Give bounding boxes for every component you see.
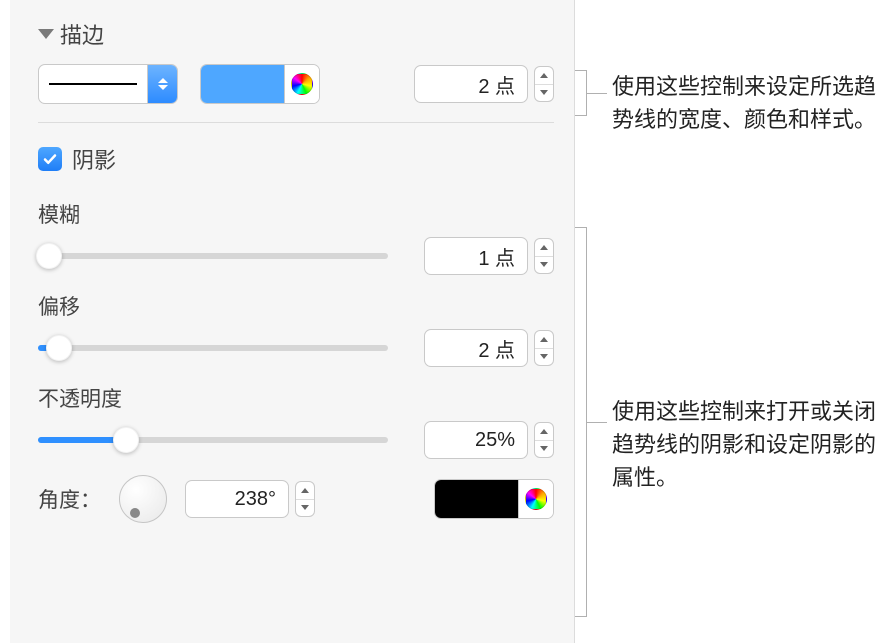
offset-slider[interactable] (38, 333, 388, 363)
opacity-section: 不透明度 (38, 383, 554, 459)
shadow-checkbox-row[interactable]: 阴影 (38, 143, 554, 175)
stepper-up-icon[interactable] (535, 423, 553, 441)
blur-label: 模糊 (38, 199, 554, 229)
opacity-label: 不透明度 (38, 383, 554, 413)
shadow-checkbox[interactable] (38, 147, 62, 171)
color-wheel-icon (291, 73, 313, 95)
disclosure-triangle-icon (38, 29, 54, 39)
shadow-label: 阴影 (72, 143, 116, 175)
stepper-down-icon[interactable] (296, 500, 314, 517)
slider-thumb-icon[interactable] (36, 243, 62, 269)
angle-label: 角度： (38, 484, 101, 514)
angle-input[interactable] (185, 480, 289, 518)
offset-input[interactable] (424, 329, 528, 367)
callout-bracket-2 (586, 227, 587, 617)
offset-value-group (424, 329, 554, 367)
inspector-panel: 描边 阴影 模糊 (10, 0, 575, 643)
stepper-up-icon[interactable] (535, 331, 553, 349)
stroke-color-well[interactable] (200, 64, 320, 104)
angle-wheel[interactable] (119, 475, 167, 523)
blur-value-group (424, 237, 554, 275)
stroke-controls-row (38, 64, 554, 104)
shadow-color-swatch[interactable] (435, 480, 519, 518)
stepper-down-icon[interactable] (535, 85, 553, 102)
angle-row: 角度： (38, 475, 554, 523)
stroke-section-title: 描边 (60, 18, 104, 50)
callout-bracket-1 (586, 70, 587, 116)
angle-indicator-icon (130, 508, 140, 518)
stepper-up-icon[interactable] (296, 482, 314, 500)
blur-input[interactable] (424, 237, 528, 275)
stepper-up-icon[interactable] (535, 67, 553, 85)
stroke-width-input[interactable] (414, 65, 528, 103)
callout-text-2: 使用这些控制来打开或关闭趋势线的阴影和设定阴影的属性。 (612, 395, 876, 494)
line-style-popup[interactable] (38, 64, 178, 104)
slider-thumb-icon[interactable] (46, 335, 72, 361)
shadow-color-picker-button[interactable] (519, 480, 553, 518)
blur-stepper[interactable] (534, 238, 554, 274)
line-style-preview (39, 65, 147, 103)
opacity-stepper[interactable] (534, 422, 554, 458)
opacity-slider[interactable] (38, 425, 388, 455)
shadow-color-well[interactable] (434, 479, 554, 519)
callouts-area: 使用这些控制来设定所选趋势线的宽度、颜色和样式。 使用这些控制来打开或关闭趋势线… (576, 0, 876, 643)
angle-stepper[interactable] (295, 481, 315, 517)
stepper-down-icon[interactable] (535, 441, 553, 458)
stepper-up-icon[interactable] (535, 239, 553, 257)
stepper-down-icon[interactable] (535, 349, 553, 366)
angle-value-group (185, 480, 315, 518)
line-style-dropdown-button[interactable] (147, 65, 177, 103)
offset-label: 偏移 (38, 291, 554, 321)
blur-section: 模糊 (38, 199, 554, 275)
slider-thumb-icon[interactable] (113, 427, 139, 453)
callout-text-1: 使用这些控制来设定所选趋势线的宽度、颜色和样式。 (612, 70, 876, 136)
stepper-down-icon[interactable] (535, 257, 553, 274)
stroke-width-group (414, 65, 554, 103)
line-icon (49, 83, 137, 85)
color-wheel-icon (525, 488, 547, 510)
offset-section: 偏移 (38, 291, 554, 367)
stroke-section-header[interactable]: 描边 (38, 18, 554, 50)
opacity-input[interactable] (424, 421, 528, 459)
stroke-width-stepper[interactable] (534, 66, 554, 102)
opacity-value-group (424, 421, 554, 459)
stroke-color-picker-button[interactable] (285, 65, 319, 103)
offset-stepper[interactable] (534, 330, 554, 366)
section-divider (38, 122, 554, 123)
stroke-color-swatch[interactable] (201, 65, 285, 103)
blur-slider[interactable] (38, 241, 388, 271)
checkmark-icon (42, 151, 58, 167)
